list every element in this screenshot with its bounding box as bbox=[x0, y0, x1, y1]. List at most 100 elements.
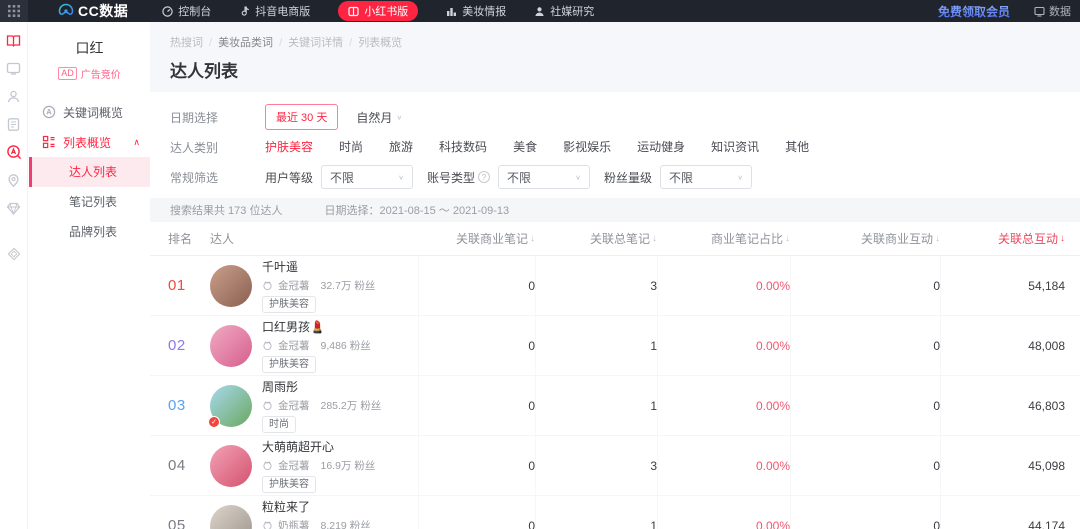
list-overview-icon bbox=[42, 135, 56, 149]
data-screen-link[interactable]: 数据 bbox=[1034, 3, 1080, 19]
category-option[interactable]: 时尚 bbox=[339, 140, 363, 154]
column-header-biz-engagement[interactable]: 关联商业互动↓ bbox=[790, 222, 940, 255]
date-quick-button[interactable]: 最近 30 天 bbox=[265, 104, 338, 130]
table-row[interactable]: 02 口红男孩💄 金冠薯 9,486 粉丝 护肤美容 0 1 0.00% bbox=[150, 316, 1080, 376]
breadcrumb-item[interactable]: 热搜词 bbox=[170, 37, 203, 49]
avatar[interactable] bbox=[210, 325, 252, 367]
apps-grid-icon[interactable] bbox=[0, 0, 28, 22]
sidebar-item-talent-list[interactable]: 达人列表 bbox=[29, 157, 150, 187]
user-level-select[interactable]: 不限∨ bbox=[321, 165, 413, 189]
bar-chart-icon bbox=[446, 6, 457, 17]
fans-count: 9,486 粉丝 bbox=[321, 338, 371, 353]
category-option[interactable]: 知识资讯 bbox=[711, 140, 759, 154]
date-filter-row: 日期选择 最近 30 天 自然月 ∨ bbox=[170, 102, 1080, 132]
filter-panel: 日期选择 最近 30 天 自然月 ∨ 达人类别 护肤美容 时尚 旅游 科技数码 美食 影视… bbox=[150, 92, 1080, 194]
total-notes-value: 1 bbox=[535, 496, 657, 529]
avatar[interactable] bbox=[210, 265, 252, 307]
nav-console[interactable]: 控制台 bbox=[162, 3, 211, 19]
user-icon[interactable] bbox=[6, 88, 22, 104]
level-badge-icon bbox=[262, 340, 273, 351]
category-option[interactable]: 影视娱乐 bbox=[563, 140, 611, 154]
talent-name[interactable]: 千叶遥 bbox=[262, 258, 375, 275]
category-option[interactable]: 美食 bbox=[513, 140, 537, 154]
account-type-value: 不限 bbox=[507, 169, 531, 186]
column-header-total-engagement[interactable]: 关联总互动↓ bbox=[940, 222, 1080, 255]
logo-text: CC数据 bbox=[78, 1, 128, 21]
nav-beauty-intel[interactable]: 美妆情报 bbox=[446, 3, 506, 19]
nav-xiaohongshu[interactable]: 小红书版 bbox=[338, 1, 418, 21]
book-badge-icon bbox=[348, 6, 359, 17]
biz-notes-value: 0 bbox=[418, 436, 535, 495]
ad-bid-link[interactable]: AD 广告竞价 bbox=[29, 66, 150, 81]
table-row[interactable]: 01 千叶遥 金冠薯 32.7万 粉丝 护肤美容 0 3 0.00% bbox=[150, 256, 1080, 316]
result-summary: 搜索结果共 173 位达人 bbox=[170, 202, 282, 218]
search-a-icon[interactable] bbox=[6, 144, 22, 160]
sidebar-item-brand-list[interactable]: 品牌列表 bbox=[29, 217, 150, 247]
result-date-range: 日期选择：2021-08-15 ～ 2021-09-13 bbox=[324, 202, 509, 218]
keyword-title: 口红 bbox=[29, 38, 150, 58]
fans-count: 8,219 粉丝 bbox=[321, 518, 371, 529]
table-row[interactable]: 05 粒粒来了 奶瓶薯 8,219 粉丝 其他 0 1 0.00% bbox=[150, 496, 1080, 529]
location-pin-icon[interactable] bbox=[6, 172, 22, 188]
caret-down-icon: ∨ bbox=[398, 173, 404, 180]
avatar[interactable]: ✓ bbox=[210, 385, 252, 427]
avatar[interactable] bbox=[210, 505, 252, 529]
sidebar-item-label: 列表概览 bbox=[63, 134, 111, 151]
sidebar-item-keyword-overview[interactable]: 关键词概览 bbox=[29, 97, 150, 127]
account-type-select[interactable]: 不限∨ bbox=[498, 165, 590, 189]
nav-douyin-ecom[interactable]: 抖音电商版 bbox=[239, 3, 310, 19]
talent-name[interactable]: 粒粒来了 bbox=[262, 498, 371, 515]
sidebar-item-label: 关键词概览 bbox=[63, 104, 123, 121]
biz-notes-value: 0 bbox=[418, 496, 535, 529]
sidebar-item-note-list[interactable]: 笔记列表 bbox=[29, 187, 150, 217]
fans-scale-select[interactable]: 不限∨ bbox=[660, 165, 752, 189]
column-header-rank: 排名 bbox=[150, 222, 208, 255]
sidebar: 口红 AD 广告竞价 关键词概览 列表概览 ∧ 达人列表 笔记列表 品牌列表 bbox=[29, 22, 150, 529]
category-option[interactable]: 其他 bbox=[785, 140, 809, 154]
book-icon[interactable] bbox=[6, 32, 22, 48]
category-filter-label: 达人类别 bbox=[170, 139, 265, 156]
sort-desc-icon[interactable]: ↓ bbox=[1060, 233, 1065, 244]
sidebar-item-list-overview[interactable]: 列表概览 ∧ bbox=[29, 127, 150, 157]
talent-name[interactable]: 大萌萌超开心 bbox=[262, 438, 375, 455]
talent-name[interactable]: 周雨彤 bbox=[262, 378, 381, 395]
nav-social-research[interactable]: 社媒研究 bbox=[534, 3, 594, 19]
free-membership-link[interactable]: 免费领取会员 bbox=[938, 3, 1010, 20]
column-header-biz-ratio[interactable]: 商业笔记占比↓ bbox=[657, 222, 790, 255]
biz-ratio-value: 0.00% bbox=[657, 256, 790, 315]
rank-number: 04 bbox=[168, 457, 186, 474]
app-logo[interactable]: CC数据 bbox=[58, 1, 128, 21]
gem-icon[interactable] bbox=[6, 200, 22, 216]
breadcrumb-item[interactable]: 美妆品类词 bbox=[218, 37, 273, 49]
category-option[interactable]: 旅游 bbox=[389, 140, 413, 154]
avatar[interactable] bbox=[210, 445, 252, 487]
chevron-up-icon[interactable]: ∧ bbox=[133, 137, 140, 148]
column-header-total-notes[interactable]: 关联总笔记↓ bbox=[535, 222, 657, 255]
table-row[interactable]: 03 ✓ 周雨彤 金冠薯 285.2万 粉丝 时尚 0 1 0.00% bbox=[150, 376, 1080, 436]
column-header-biz-notes[interactable]: 关联商业笔记↓ bbox=[418, 222, 535, 255]
total-engagement-value: 46,803 bbox=[940, 376, 1080, 435]
category-option[interactable]: 科技数码 bbox=[439, 140, 487, 154]
fans-scale-filter: 粉丝量级 不限∨ bbox=[604, 165, 752, 189]
table-row[interactable]: 04 大萌萌超开心 金冠薯 16.9万 粉丝 护肤美容 0 3 0.00% bbox=[150, 436, 1080, 496]
talent-name[interactable]: 口红男孩💄 bbox=[262, 318, 371, 335]
music-note-icon bbox=[239, 6, 250, 17]
document-icon[interactable] bbox=[6, 116, 22, 132]
breadcrumb-item[interactable]: 关键词详情 bbox=[288, 37, 343, 49]
dashboard-icon bbox=[162, 6, 173, 17]
date-mode-dropdown[interactable]: 自然月 ∨ bbox=[356, 109, 402, 126]
level-badge-label: 奶瓶薯 bbox=[278, 518, 310, 529]
category-option[interactable]: 运动健身 bbox=[637, 140, 685, 154]
result-bar: 搜索结果共 173 位达人 日期选择：2021-08-15 ～ 2021-09-… bbox=[150, 198, 1080, 222]
diamond-icon[interactable] bbox=[6, 246, 22, 262]
talent-cell: 大萌萌超开心 金冠薯 16.9万 粉丝 护肤美容 bbox=[208, 436, 418, 495]
biz-notes-value: 0 bbox=[418, 376, 535, 435]
verified-badge: ✓ bbox=[208, 416, 220, 428]
level-badge-icon bbox=[262, 280, 273, 291]
nav-beauty-label: 美妆情报 bbox=[462, 3, 506, 19]
breadcrumb-separator: / bbox=[349, 37, 352, 49]
chat-window-icon[interactable] bbox=[6, 60, 22, 76]
category-option[interactable]: 护肤美容 bbox=[265, 140, 313, 154]
breadcrumb-item[interactable]: 列表概览 bbox=[358, 37, 402, 49]
help-icon[interactable]: ? bbox=[478, 171, 490, 183]
